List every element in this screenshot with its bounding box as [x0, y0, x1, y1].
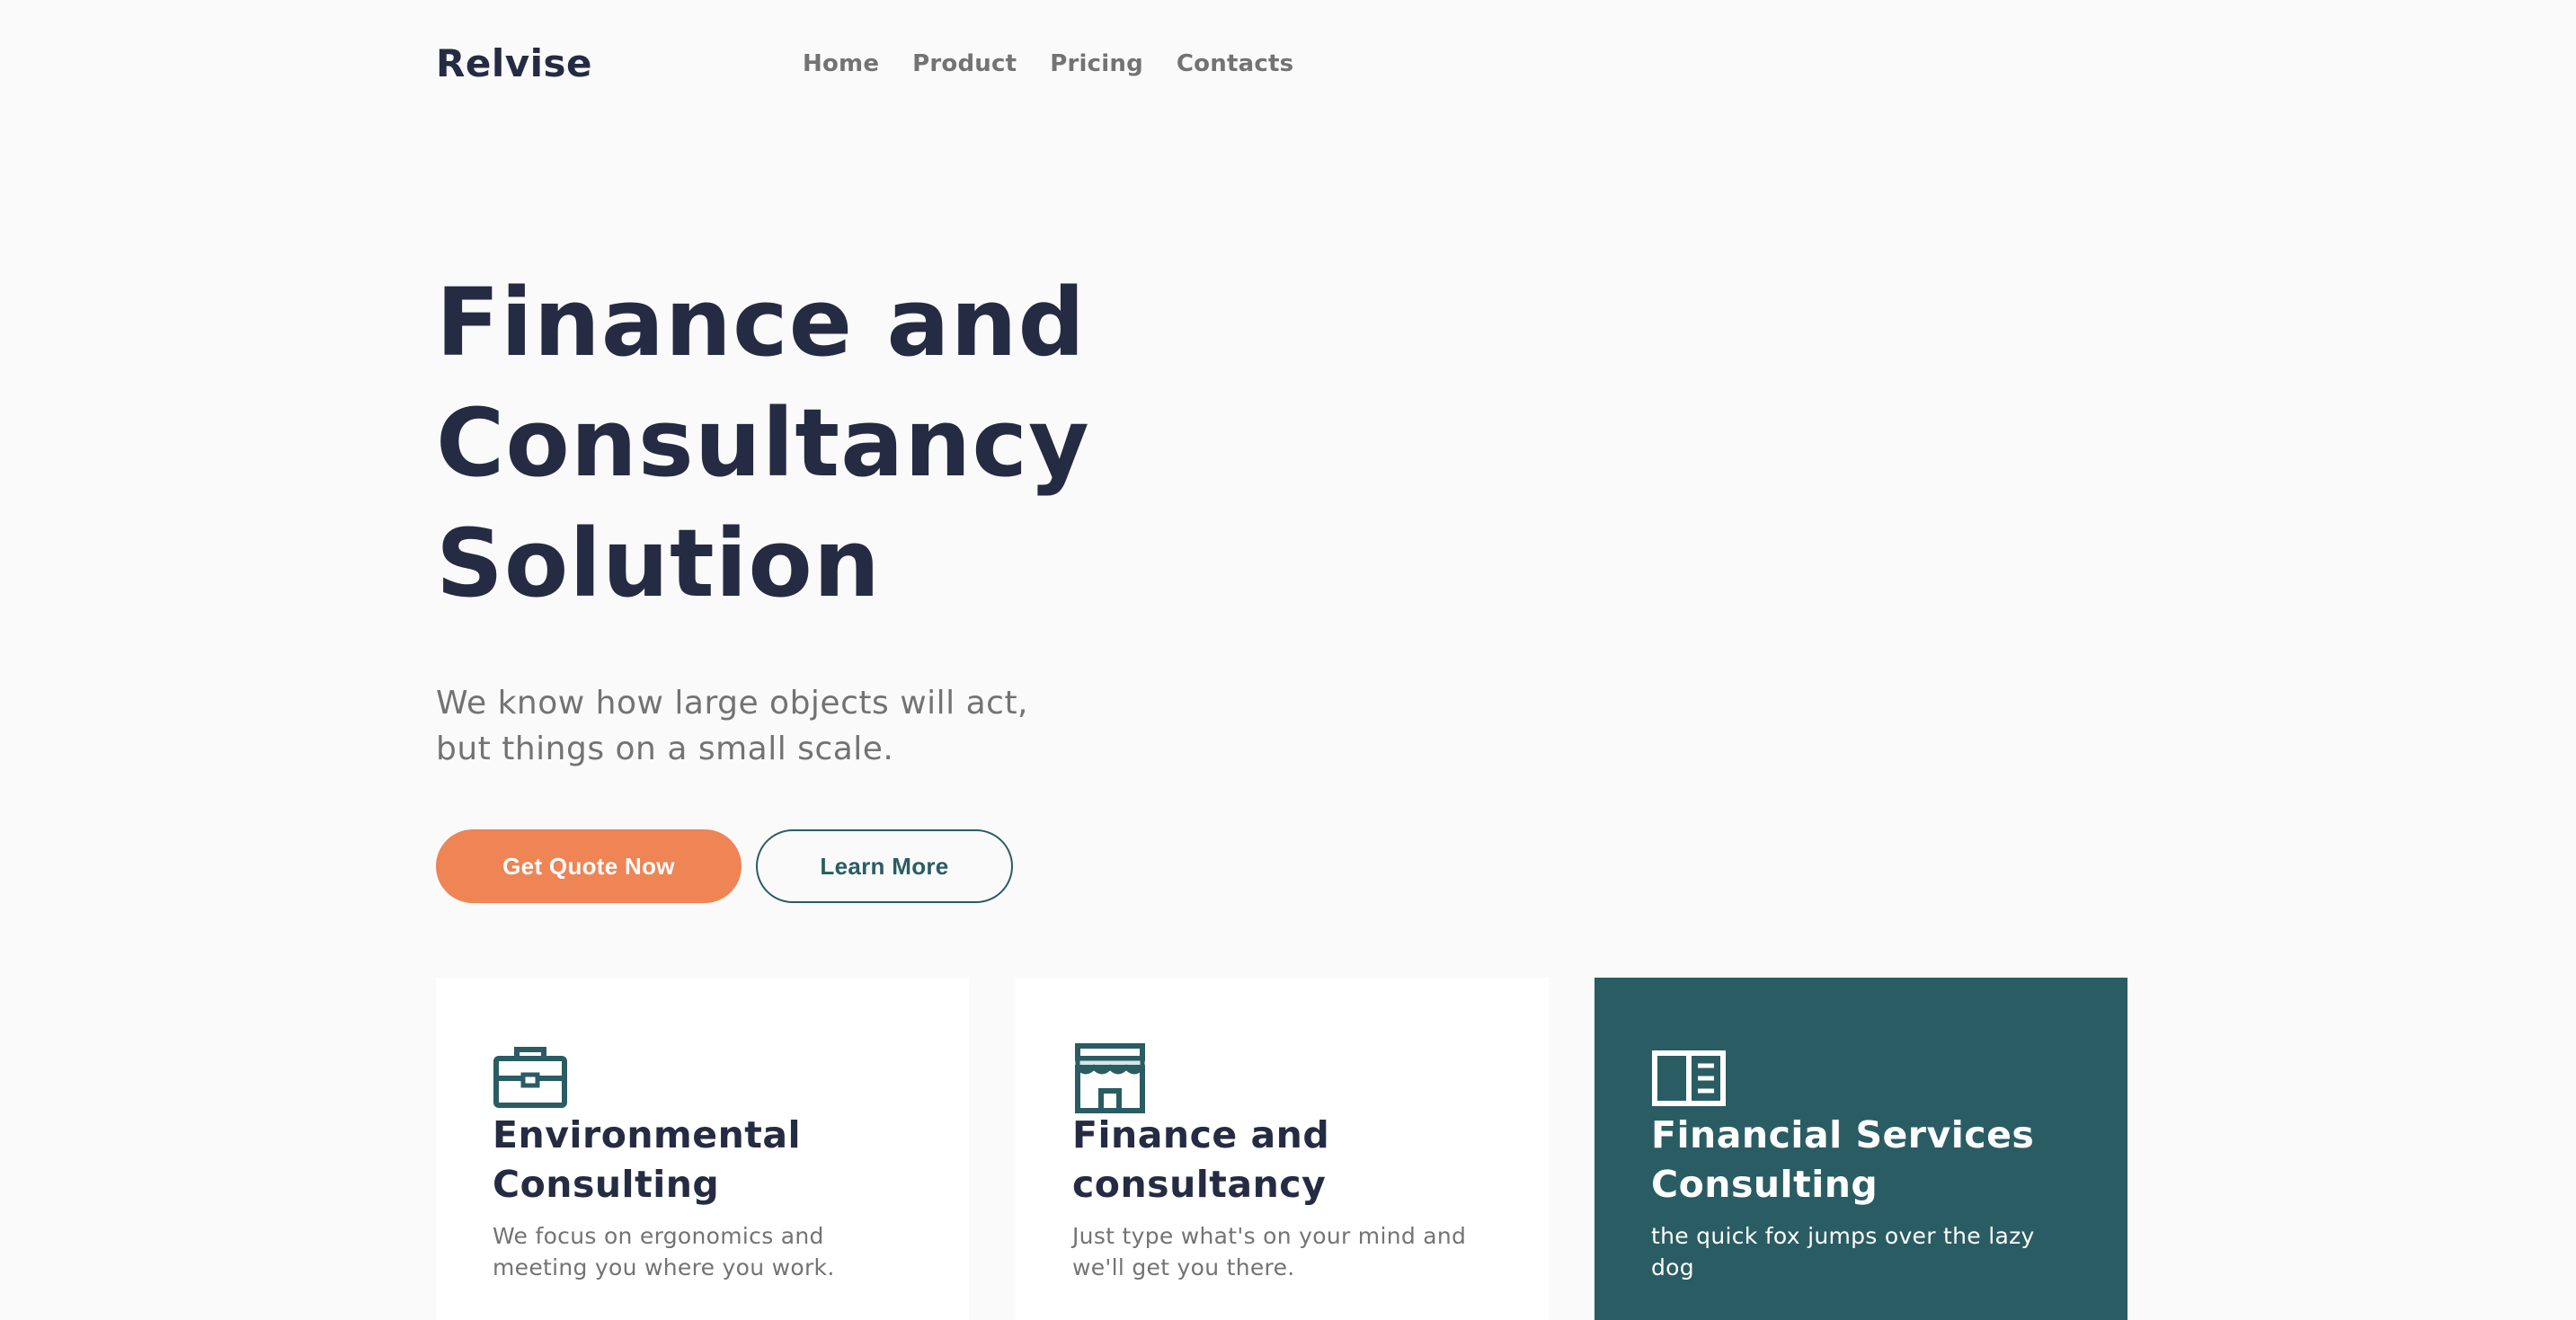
card-title-line: Consulting — [493, 1163, 720, 1206]
card-description: We focus on ergonomics and meeting you w… — [493, 1220, 915, 1283]
card-text-line: Just type what's on your mind and — [1072, 1223, 1467, 1249]
card-title: Financial Services Consulting — [1651, 1111, 2074, 1209]
card-description: the quick fox jumps over the lazy dog — [1651, 1220, 2074, 1283]
nav-link-home[interactable]: Home — [803, 50, 879, 77]
learn-more-button[interactable]: Learn More — [756, 829, 1013, 903]
card-title-line: Financial Services — [1651, 1113, 2035, 1156]
card-title: Environmental Consulting — [493, 1111, 915, 1209]
nav-link-product[interactable]: Product — [912, 50, 1017, 77]
card-title-line: Environmental — [493, 1113, 802, 1156]
card-title: Finance and consultancy — [1072, 1111, 1495, 1209]
card-title-line: consultancy — [1072, 1163, 1327, 1206]
card-text-line: we'll get you there. — [1072, 1254, 1295, 1280]
hero-subtitle-line: but things on a small scale. — [436, 731, 894, 767]
card-text-line: dog — [1651, 1254, 1694, 1280]
storefront-icon — [1075, 1043, 1145, 1113]
service-card-financial-services[interactable]: Financial Services Consulting the quick … — [1594, 978, 2127, 1320]
card-text-line: the quick fox jumps over the lazy — [1651, 1223, 2035, 1249]
hero-title: Finance and Consultancy Solution — [436, 262, 1245, 624]
hero-title-line: Solution — [436, 509, 881, 618]
get-quote-button[interactable]: Get Quote Now — [436, 829, 742, 903]
card-title-line: Finance and — [1072, 1113, 1330, 1156]
briefcase-icon — [493, 1047, 567, 1108]
hero-title-line: Finance and — [436, 268, 1087, 377]
landing-page: Relvise Home Product Pricing Contacts Fi… — [0, 0, 2576, 1320]
card-text-line: We focus on ergonomics and — [493, 1223, 824, 1249]
nav-link-pricing[interactable]: Pricing — [1050, 50, 1143, 77]
hero-title-line: Consultancy — [436, 388, 1090, 498]
hero-subtitle: We know how large objects will act, but … — [436, 680, 1119, 772]
card-description: Just type what's on your mind and we'll … — [1072, 1220, 1495, 1283]
brand-logo[interactable]: Relvise — [436, 41, 592, 85]
service-card-environmental[interactable]: Environmental Consulting We focus on erg… — [436, 978, 969, 1320]
card-text-line: meeting you where you work. — [493, 1254, 835, 1280]
card-title-line: Consulting — [1651, 1163, 1879, 1206]
main-nav: Home Product Pricing Contacts — [803, 50, 1327, 77]
nav-link-contacts[interactable]: Contacts — [1177, 50, 1293, 77]
hero-subtitle-line: We know how large objects will act, — [436, 685, 1028, 722]
book-open-icon — [1652, 1050, 1726, 1106]
service-card-finance[interactable]: Finance and consultancy Just type what's… — [1016, 978, 1549, 1320]
